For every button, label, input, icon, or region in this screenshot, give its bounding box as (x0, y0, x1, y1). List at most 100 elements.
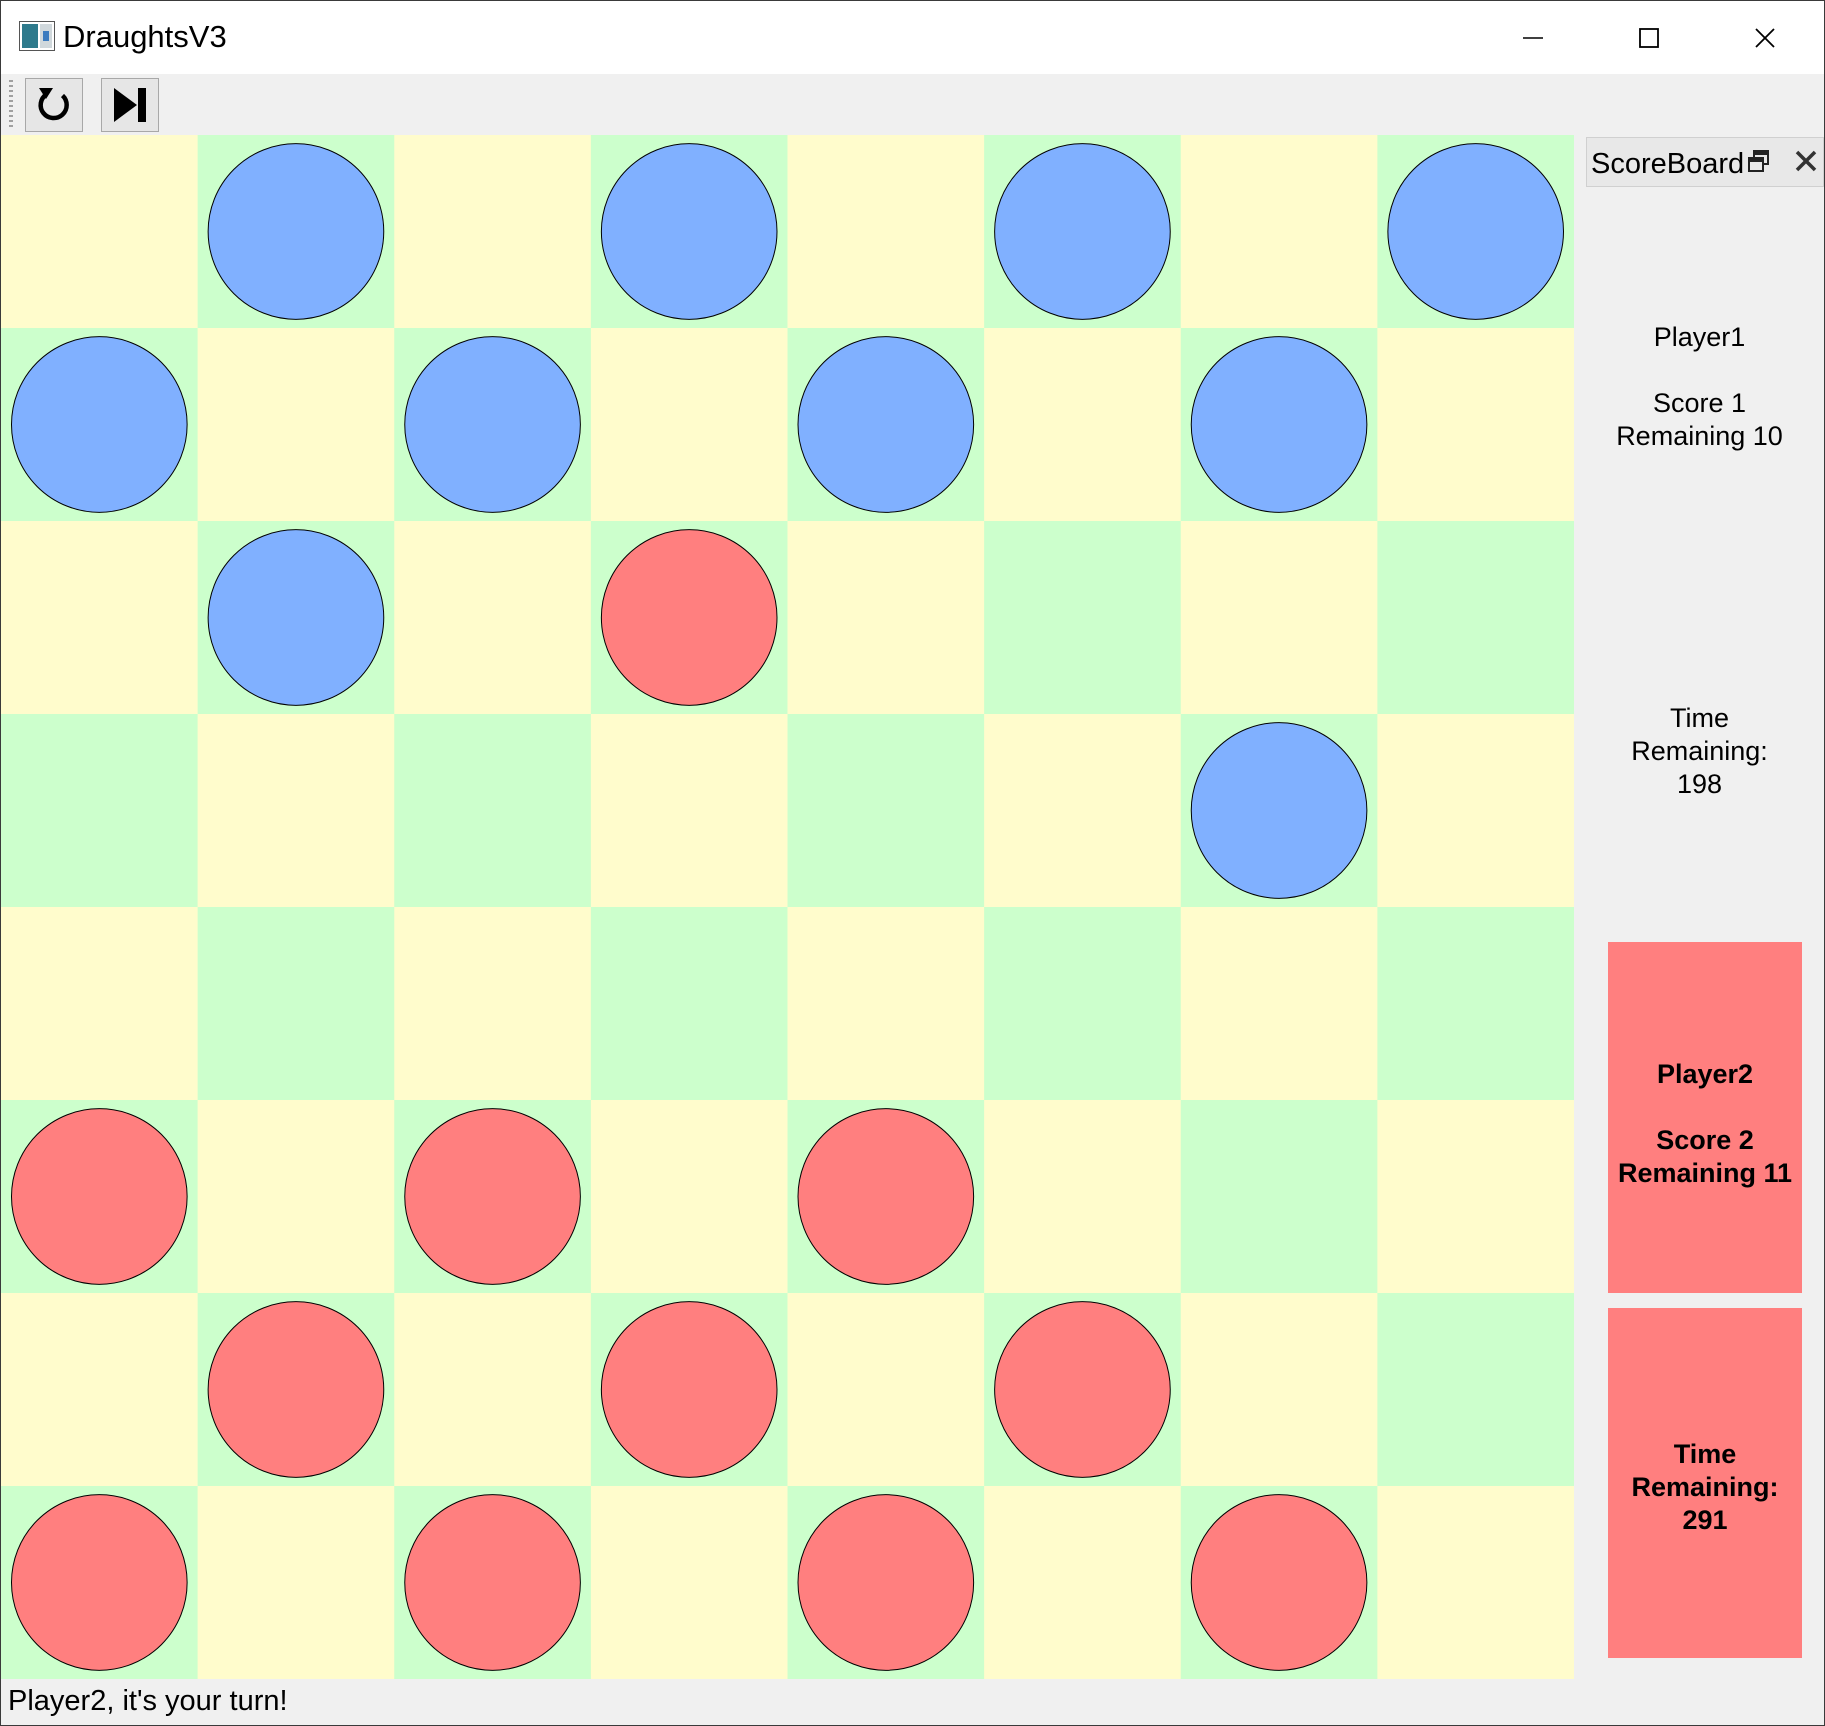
player2-piece[interactable] (1190, 1494, 1368, 1671)
player2-piece[interactable] (404, 1494, 581, 1671)
player2-piece[interactable] (600, 1301, 778, 1478)
app-window: DraughtsV3 ScoreBoard Player1 Score 1 Re… (0, 0, 1825, 1726)
player1-piece[interactable] (10, 336, 188, 513)
player1-piece[interactable] (207, 143, 385, 320)
player2-piece[interactable] (600, 529, 778, 706)
board-square[interactable] (984, 714, 1182, 908)
player1-name: Player1 (1653, 322, 1746, 352)
board-square[interactable] (1, 907, 199, 1101)
window-title: DraughtsV3 (63, 19, 227, 54)
float-icon[interactable] (1748, 150, 1770, 172)
player1-time-value: 198 (1676, 769, 1723, 799)
game-board[interactable] (1, 135, 1574, 1679)
board-square[interactable] (984, 328, 1182, 522)
player2-time-label: Time (1673, 1439, 1737, 1469)
board-square[interactable] (590, 714, 788, 908)
player1-piece[interactable] (404, 336, 581, 513)
board-square[interactable] (787, 1293, 985, 1487)
board-square[interactable] (984, 1100, 1182, 1294)
board-square[interactable] (1180, 521, 1378, 715)
scoreboard-title-bar[interactable]: ScoreBoard (1586, 137, 1824, 187)
board-square[interactable] (197, 714, 395, 908)
player1-piece[interactable] (207, 529, 385, 706)
board-square[interactable] (197, 328, 395, 522)
board-square[interactable] (394, 521, 592, 715)
board-square[interactable] (197, 907, 395, 1101)
toolbar (1, 74, 1824, 135)
board-square[interactable] (1180, 135, 1378, 329)
player1-piece[interactable] (600, 143, 778, 320)
board-square[interactable] (1377, 907, 1574, 1101)
player2-piece[interactable] (207, 1301, 385, 1478)
board-square[interactable] (984, 521, 1182, 715)
board-square[interactable] (394, 1293, 592, 1487)
board-square[interactable] (787, 521, 985, 715)
minimize-icon (1523, 36, 1543, 39)
player2-info: Player2 Score 2 Remaining 11 (1608, 942, 1802, 1293)
scoreboard-panel: ScoreBoard Player1 Score 1 Remaining 10 … (1575, 135, 1824, 1679)
player2-piece[interactable] (404, 1108, 581, 1285)
board-square[interactable] (984, 907, 1182, 1101)
board-square[interactable] (197, 1100, 395, 1294)
skip-forward-icon (114, 88, 146, 122)
board-square[interactable] (1, 521, 199, 715)
board-square[interactable] (1180, 1293, 1378, 1487)
player2-time-label-2: Remaining: (1631, 1472, 1779, 1502)
minimize-button[interactable] (1475, 1, 1591, 74)
dock-close-icon[interactable] (1793, 148, 1819, 174)
player1-time-label-2: Remaining: (1631, 736, 1768, 766)
board-square[interactable] (1377, 328, 1574, 522)
board-square[interactable] (787, 714, 985, 908)
board-square[interactable] (1377, 714, 1574, 908)
board-square[interactable] (394, 135, 592, 329)
player2-score: Score 2 (1656, 1125, 1754, 1155)
player1-piece[interactable] (1387, 143, 1565, 320)
player2-time-value: 291 (1682, 1505, 1728, 1535)
board-square[interactable] (590, 1486, 788, 1679)
status-message: Player2, it's your turn! (8, 1685, 288, 1717)
player2-piece[interactable] (797, 1108, 975, 1285)
player1-piece[interactable] (797, 336, 975, 513)
board-square[interactable] (590, 1100, 788, 1294)
player2-piece[interactable] (797, 1494, 975, 1671)
board-square[interactable] (787, 135, 985, 329)
status-bar: Player2, it's your turn! (1, 1679, 1824, 1725)
close-icon (1755, 27, 1775, 48)
title-bar: DraughtsV3 (1, 1, 1824, 74)
player2-piece[interactable] (10, 1494, 188, 1671)
board-square[interactable] (394, 714, 592, 908)
board-square[interactable] (1, 1293, 199, 1487)
board-square[interactable] (787, 907, 985, 1101)
board-square[interactable] (984, 1486, 1182, 1679)
maximize-icon (1639, 27, 1659, 48)
player1-remaining: Remaining 10 (1616, 421, 1783, 451)
board-square[interactable] (1, 714, 199, 908)
board-square[interactable] (1, 135, 199, 329)
board-square[interactable] (1377, 1486, 1574, 1679)
skip-turn-button[interactable] (101, 78, 159, 132)
restart-icon (38, 88, 69, 121)
player2-piece[interactable] (994, 1301, 1171, 1478)
board-square[interactable] (590, 907, 788, 1101)
player2-timer: Time Remaining: 291 (1608, 1308, 1802, 1658)
player2-remaining: Remaining 11 (1617, 1158, 1793, 1188)
player1-piece[interactable] (994, 143, 1171, 320)
board-square[interactable] (394, 907, 592, 1101)
board-square[interactable] (590, 328, 788, 522)
close-button[interactable] (1707, 1, 1823, 74)
board-square[interactable] (1377, 521, 1574, 715)
player2-piece[interactable] (10, 1108, 188, 1285)
player1-piece[interactable] (1190, 336, 1368, 513)
player1-piece[interactable] (1190, 722, 1368, 899)
board-square[interactable] (197, 1486, 395, 1679)
player1-score: Score 1 (1652, 388, 1747, 418)
restart-button[interactable] (25, 78, 83, 132)
toolbar-grip[interactable] (9, 80, 13, 130)
board-square[interactable] (1377, 1293, 1574, 1487)
board-square[interactable] (1377, 1100, 1574, 1294)
board-square[interactable] (1180, 907, 1378, 1101)
scoreboard-title: ScoreBoard (1591, 148, 1745, 180)
player1-time-label: Time (1670, 703, 1729, 733)
board-square[interactable] (1180, 1100, 1378, 1294)
maximize-button[interactable] (1591, 1, 1707, 74)
